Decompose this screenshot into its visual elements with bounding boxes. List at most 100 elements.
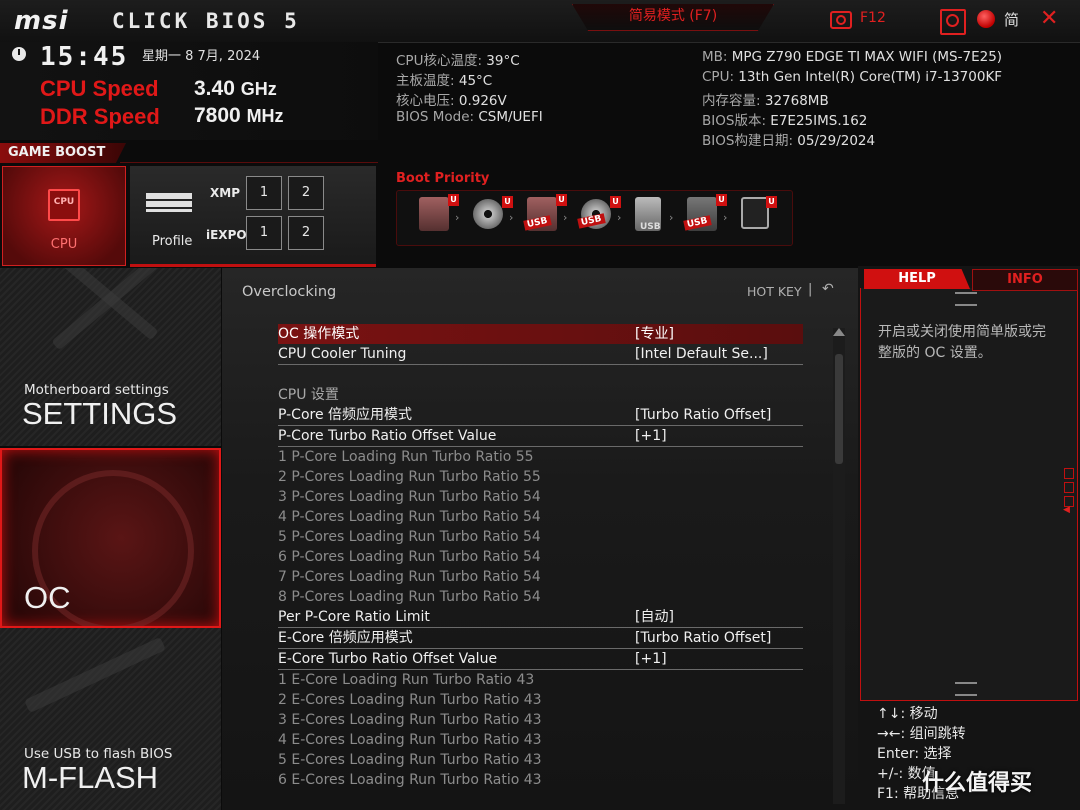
ddr-speed-value: 7800 MHz <box>194 104 284 128</box>
language-button[interactable]: 简 <box>1004 9 1019 30</box>
hotkey-button[interactable]: HOT KEY <box>747 284 802 299</box>
settings-row: 2 E-Cores Loading Run Turbo Ratio 43 <box>278 690 803 710</box>
iexpo-profile-1-button[interactable]: 1 <box>246 216 282 250</box>
search-icon[interactable] <box>940 9 966 35</box>
tab-help[interactable]: HELP <box>864 269 970 289</box>
setting-value[interactable]: [专业] <box>635 324 674 344</box>
xmp-label: XMP <box>210 186 240 200</box>
help-text: 开启或关闭使用简单版或完整版的 OC 设置。 <box>878 324 1046 361</box>
settings-row: 6 E-Cores Loading Run Turbo Ratio 43 <box>278 770 803 790</box>
setting-label: 3 E-Cores Loading Run Turbo Ratio 43 <box>278 712 542 728</box>
game-boost-divider <box>120 162 378 163</box>
hotkey-separator: | <box>808 282 813 297</box>
key-name: +/-: <box>877 766 904 782</box>
setting-label: CPU 设置 <box>278 387 339 403</box>
settings-row[interactable]: P-Core 倍频应用模式 [Turbo Ratio Offset] <box>278 405 803 426</box>
bios-build-date: BIOS构建日期: 05/29/2024 <box>702 129 875 149</box>
cpu-model-value: 13th Gen Intel(R) Core(TM) i7-13700KF <box>738 69 1003 85</box>
disc-icon[interactable]: U <box>473 196 513 229</box>
usb-key-icon[interactable]: USB <box>635 197 661 232</box>
xmp-profile-1-button[interactable]: 1 <box>246 176 282 210</box>
settings-row: 1 P-Core Loading Run Turbo Ratio 55 <box>278 447 803 467</box>
cpu-temp-label: CPU核心温度: <box>396 53 482 69</box>
memory-size-label: 内存容量: <box>702 93 761 109</box>
setting-value[interactable]: [Intel Default Se...] <box>635 344 768 364</box>
usb-hdd-icon[interactable]: U USB <box>523 194 567 231</box>
hdd-icon[interactable]: U <box>419 194 459 231</box>
uefi-badge: U <box>716 194 727 206</box>
tab-info[interactable]: INFO <box>972 269 1078 291</box>
settings-row[interactable]: CPU Cooler Tuning [Intel Default Se...] <box>278 344 803 365</box>
usb-icon <box>24 636 166 714</box>
nav-m-flash-title: M-FLASH <box>22 760 159 795</box>
cpu-model: CPU: 13th Gen Intel(R) Core(TM) i7-13700… <box>702 69 1002 85</box>
clock-icon <box>12 47 26 61</box>
uefi-badge: U <box>556 194 567 206</box>
key-name: F1: <box>877 786 899 802</box>
nav-m-flash[interactable]: Use USB to flash BIOS M-FLASH <box>0 628 221 810</box>
setting-label: 7 P-Cores Loading Run Turbo Ratio 54 <box>278 569 541 585</box>
setting-label: Per P-Core Ratio Limit <box>278 609 430 625</box>
settings-row: 7 P-Cores Loading Run Turbo Ratio 54 <box>278 567 803 587</box>
easy-mode-label: 简易模式 (F7) <box>628 8 718 24</box>
ddr-speed-number: 7800 <box>194 104 241 127</box>
setting-label: 5 P-Cores Loading Run Turbo Ratio 54 <box>278 529 541 545</box>
usb-tag: USB <box>577 213 606 229</box>
side-collapse-icon[interactable]: ◀ <box>1063 505 1070 515</box>
side-tabs-icon[interactable] <box>1064 468 1074 510</box>
section-title: Overclocking <box>242 284 337 300</box>
setting-value[interactable]: [+1] <box>635 426 667 446</box>
memory-profile-panel: Profile XMP iEXPO 1 2 1 2 <box>130 166 376 267</box>
clock-date: 星期一 8 7月, 2024 <box>142 49 261 64</box>
setting-value[interactable]: [Turbo Ratio Offset] <box>635 405 771 425</box>
memory-size-value: 32768MB <box>764 93 829 109</box>
easy-mode-button[interactable]: 简易模式 (F7) <box>572 4 774 31</box>
bios-build-date-label: BIOS构建日期: <box>702 133 793 149</box>
usb-disc-icon[interactable]: U USB <box>577 196 621 229</box>
help-bottom-grip-icon[interactable] <box>955 682 977 696</box>
setting-value[interactable]: [自动] <box>635 607 674 627</box>
settings-row: 6 P-Cores Loading Run Turbo Ratio 54 <box>278 547 803 567</box>
usb-floppy-icon[interactable]: U USB <box>683 194 727 231</box>
settings-row[interactable]: E-Core 倍频应用模式 [Turbo Ratio Offset] <box>278 628 803 649</box>
bios-version-label: BIOS版本: <box>702 113 766 129</box>
bios-mode-value: CSM/UEFI <box>478 109 543 125</box>
help-top-grip-icon[interactable] <box>955 292 977 306</box>
setting-label: 3 P-Cores Loading Run Turbo Ratio 54 <box>278 489 541 505</box>
bios-version: BIOS版本: E7E25IMS.162 <box>702 109 867 129</box>
cpu-model-label: CPU: <box>702 69 734 85</box>
back-icon[interactable]: ↶ <box>822 281 834 297</box>
iexpo-profile-2-button[interactable]: 2 <box>288 216 324 250</box>
nav-settings-title: SETTINGS <box>22 396 178 431</box>
uefi-badge: U <box>766 196 777 208</box>
uefi-badge: U <box>448 194 459 206</box>
settings-row[interactable]: E-Core Turbo Ratio Offset Value [+1] <box>278 649 803 670</box>
scroll-up-icon[interactable] <box>833 328 845 336</box>
nav-settings[interactable]: Motherboard settings SETTINGS <box>0 268 221 446</box>
game-boost-cpu-label: CPU <box>50 237 78 252</box>
xmp-profile-2-button[interactable]: 2 <box>288 176 324 210</box>
screenshot-button[interactable]: F12 <box>830 10 888 32</box>
game-boost-cpu-button[interactable]: CPU CPU <box>2 166 126 266</box>
nav-oc[interactable]: OC <box>0 448 221 628</box>
key-row: →←: 组间跳转 <box>877 724 966 744</box>
settings-row[interactable]: P-Core Turbo Ratio Offset Value [+1] <box>278 426 803 447</box>
cpu-temp-value: 39°C <box>486 53 520 69</box>
game-boost-label: GAME BOOST <box>0 143 126 163</box>
scrollbar-thumb[interactable] <box>835 354 843 464</box>
setting-value[interactable]: [Turbo Ratio Offset] <box>635 628 771 648</box>
settings-row[interactable]: Per P-Core Ratio Limit [自动] <box>278 607 803 628</box>
close-icon[interactable]: ✕ <box>1040 6 1058 31</box>
globe-icon[interactable] <box>977 10 995 28</box>
setting-label: 6 P-Cores Loading Run Turbo Ratio 54 <box>278 549 541 565</box>
setting-label: 6 E-Cores Loading Run Turbo Ratio 43 <box>278 772 542 788</box>
settings-row: 8 P-Cores Loading Run Turbo Ratio 54 <box>278 587 803 607</box>
network-icon[interactable]: U <box>741 196 777 229</box>
nav-oc-title: OC <box>24 580 71 615</box>
setting-value[interactable]: [+1] <box>635 649 667 669</box>
uefi-badge: U <box>610 196 621 208</box>
memory-size: 内存容量: 32768MB <box>702 89 829 109</box>
settings-row[interactable]: OC 操作模式 [专业] <box>278 324 803 344</box>
ddr-speed-unit: MHz <box>246 106 284 126</box>
